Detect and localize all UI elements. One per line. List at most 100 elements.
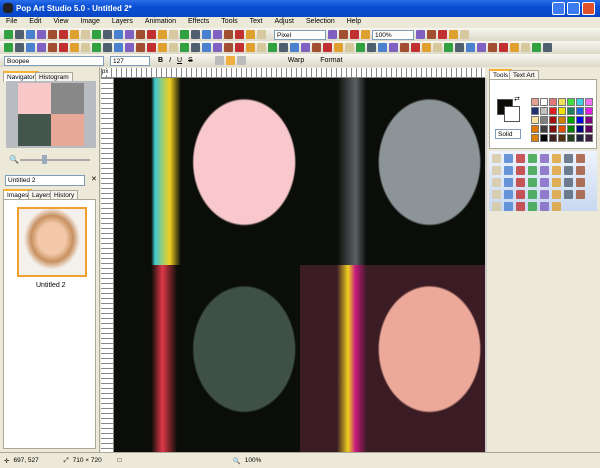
effect-preset-icon[interactable] xyxy=(411,43,420,52)
effect-preset-icon[interactable] xyxy=(191,43,200,52)
toolbar-tool-icon[interactable] xyxy=(81,30,90,39)
effect-preset-icon[interactable] xyxy=(48,43,57,52)
effect-preset-icon[interactable] xyxy=(125,43,134,52)
effect-preset-icon[interactable] xyxy=(290,43,299,52)
font-size-select[interactable]: 127 xyxy=(110,55,150,66)
warp-button[interactable]: Warp xyxy=(288,57,304,64)
effect-preset-icon[interactable] xyxy=(59,43,68,52)
palette-swatch[interactable] xyxy=(585,134,593,142)
tool-icon[interactable] xyxy=(528,166,537,175)
tool-icon[interactable] xyxy=(576,178,585,187)
tool-icon[interactable] xyxy=(516,178,525,187)
toolbar-tool-icon[interactable] xyxy=(416,30,425,39)
tool-icon[interactable] xyxy=(564,190,573,199)
fill-mode-select[interactable]: Solid xyxy=(495,129,521,139)
palette-swatch[interactable] xyxy=(585,116,593,124)
menu-file[interactable]: File xyxy=(0,17,23,28)
zoom-slider[interactable] xyxy=(20,159,90,161)
effect-preset-icon[interactable] xyxy=(422,43,431,52)
tool-icon[interactable] xyxy=(516,202,525,211)
palette-swatch[interactable] xyxy=(531,116,539,124)
background-color[interactable] xyxy=(504,106,520,122)
menu-image[interactable]: Image xyxy=(74,17,105,28)
tool-icon[interactable] xyxy=(552,202,561,211)
tool-icon[interactable] xyxy=(552,190,561,199)
menu-text[interactable]: Text xyxy=(244,17,269,28)
effect-preset-icon[interactable] xyxy=(92,43,101,52)
effect-preset-icon[interactable] xyxy=(477,43,486,52)
effect-preset-icon[interactable] xyxy=(15,43,24,52)
toolbar-tool-icon[interactable] xyxy=(235,30,244,39)
palette-swatch[interactable] xyxy=(585,125,593,133)
palette-swatch[interactable] xyxy=(567,125,575,133)
tool-icon[interactable] xyxy=(528,202,537,211)
menu-selection[interactable]: Selection xyxy=(300,17,341,28)
effect-preset-icon[interactable] xyxy=(455,43,464,52)
palette-swatch[interactable] xyxy=(549,134,557,142)
toolbar-tool-icon[interactable] xyxy=(114,30,123,39)
effect-preset-icon[interactable] xyxy=(521,43,530,52)
tool-icon[interactable] xyxy=(564,166,573,175)
palette-swatch[interactable] xyxy=(531,98,539,106)
effect-preset-icon[interactable] xyxy=(389,43,398,52)
palette-swatch[interactable] xyxy=(567,134,575,142)
effect-preset-icon[interactable] xyxy=(70,43,79,52)
palette-swatch[interactable] xyxy=(540,107,548,115)
effect-preset-icon[interactable] xyxy=(279,43,288,52)
palette-swatch[interactable] xyxy=(558,134,566,142)
effect-preset-icon[interactable] xyxy=(301,43,310,52)
palette-swatch[interactable] xyxy=(531,125,539,133)
palette-swatch[interactable] xyxy=(576,98,584,106)
align-right-icon[interactable] xyxy=(236,56,246,65)
tool-icon[interactable] xyxy=(504,190,513,199)
effect-preset-icon[interactable] xyxy=(444,43,453,52)
palette-swatch[interactable] xyxy=(567,116,575,124)
minimize-button[interactable] xyxy=(552,2,565,15)
tool-icon[interactable] xyxy=(516,166,525,175)
effect-preset-icon[interactable] xyxy=(378,43,387,52)
palette-swatch[interactable] xyxy=(549,116,557,124)
tool-icon[interactable] xyxy=(564,178,573,187)
toolbar-tool-icon[interactable] xyxy=(26,30,35,39)
swap-colors-icon[interactable]: ⇄ xyxy=(514,95,520,103)
menu-help[interactable]: Help xyxy=(341,17,367,28)
tool-icon[interactable] xyxy=(504,154,513,163)
palette-swatch[interactable] xyxy=(576,107,584,115)
bold-button[interactable]: B xyxy=(158,57,163,64)
toolbar-tool-icon[interactable] xyxy=(224,30,233,39)
tool-icon[interactable] xyxy=(504,166,513,175)
tool-icon[interactable] xyxy=(516,154,525,163)
tool-icon[interactable] xyxy=(552,178,561,187)
toolbar-tool-icon[interactable] xyxy=(136,30,145,39)
toolbar-tool-icon[interactable] xyxy=(438,30,447,39)
toolbar-tool-icon[interactable] xyxy=(147,30,156,39)
tool-icon[interactable] xyxy=(540,154,549,163)
effect-preset-icon[interactable] xyxy=(81,43,90,52)
underline-button[interactable]: U xyxy=(177,57,182,64)
effect-preset-icon[interactable] xyxy=(158,43,167,52)
effect-preset-icon[interactable] xyxy=(510,43,519,52)
italic-button[interactable]: I xyxy=(169,57,171,64)
effect-preset-icon[interactable] xyxy=(246,43,255,52)
palette-swatch[interactable] xyxy=(558,125,566,133)
align-left-icon[interactable] xyxy=(214,56,224,65)
effect-preset-icon[interactable] xyxy=(169,43,178,52)
effect-preset-icon[interactable] xyxy=(103,43,112,52)
effect-preset-icon[interactable] xyxy=(37,43,46,52)
tool-icon[interactable] xyxy=(540,166,549,175)
tool-icon[interactable] xyxy=(492,166,501,175)
palette-swatch[interactable] xyxy=(549,98,557,106)
tool-icon[interactable] xyxy=(564,154,573,163)
toolbar-tool-icon[interactable] xyxy=(361,30,370,39)
zoom-select[interactable]: 100% xyxy=(372,29,414,40)
palette-swatch[interactable] xyxy=(576,125,584,133)
menu-view[interactable]: View xyxy=(47,17,74,28)
effect-preset-icon[interactable] xyxy=(466,43,475,52)
effect-preset-icon[interactable] xyxy=(532,43,541,52)
toolbar-tool-icon[interactable] xyxy=(92,30,101,39)
toolbar-tool-icon[interactable] xyxy=(246,30,255,39)
menu-adjust[interactable]: Adjust xyxy=(268,17,299,28)
toolbar-tool-icon[interactable] xyxy=(15,30,24,39)
tool-icon[interactable] xyxy=(552,154,561,163)
toolbar-tool-icon[interactable] xyxy=(4,30,13,39)
